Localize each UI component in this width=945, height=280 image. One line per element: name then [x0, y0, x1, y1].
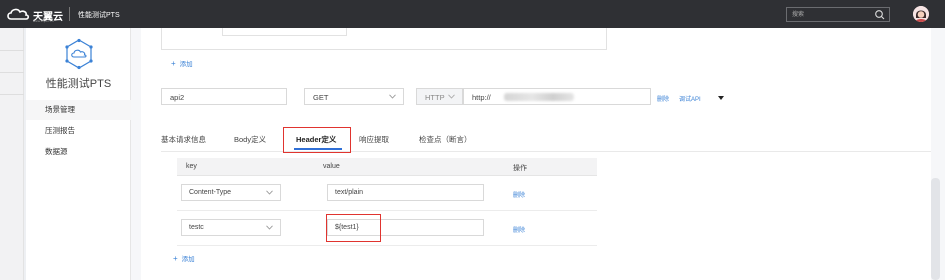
- header-value-input[interactable]: text/plain: [327, 184, 484, 201]
- column-header-key: key: [186, 163, 197, 170]
- method-value: GET: [313, 93, 329, 102]
- column-header-action: 操作: [513, 165, 527, 172]
- add-header-link[interactable]: + 添加: [173, 253, 195, 263]
- header-key-value: testc: [189, 224, 204, 231]
- add-api-label: 添加: [179, 61, 193, 68]
- sidebar-item-data-source[interactable]: 数据源: [26, 142, 131, 162]
- tab-body-definition[interactable]: Body定义: [234, 134, 266, 145]
- table-row: Content-Type text/plain 删除: [177, 176, 597, 211]
- url-input[interactable]: http://: [463, 88, 651, 105]
- url-prefix: http://: [472, 93, 491, 102]
- previous-api-panel: [161, 28, 607, 50]
- table-header-row: key value 操作: [177, 158, 597, 176]
- delete-api-link[interactable]: 删除: [657, 94, 669, 103]
- add-api-link[interactable]: + 添加: [171, 58, 193, 68]
- pts-hexagon-icon: [65, 38, 93, 70]
- chevron-down-icon: [266, 225, 273, 230]
- tab-basic-request-info[interactable]: 基本请求信息: [161, 134, 206, 145]
- sidebar-item-test-reports[interactable]: 压测报告: [26, 121, 131, 141]
- user-avatar[interactable]: [913, 6, 929, 22]
- search-box: [786, 7, 890, 22]
- collapsed-nav-strip: [0, 28, 24, 280]
- sidebar: 性能测试PTS 场景管理 压测报告 数据源: [26, 28, 131, 280]
- header-key-value: Content-Type: [189, 189, 232, 196]
- add-header-label: 添加: [181, 256, 195, 263]
- tab-response-extraction[interactable]: 响应提取: [359, 134, 389, 145]
- main-content: + 添加 api2 GET HTTP http:// 删除 调试API 基本请求信…: [131, 28, 945, 280]
- plus-icon: +: [171, 59, 176, 68]
- api-name-value: api2: [170, 93, 185, 102]
- plus-icon: +: [173, 254, 178, 263]
- previous-field: [222, 28, 347, 36]
- column-header-value: value: [323, 163, 340, 170]
- chevron-down-icon: [448, 94, 455, 99]
- sidebar-item-scene-management[interactable]: 场景管理: [26, 100, 131, 120]
- highlight-box-variable-value: [326, 214, 381, 242]
- redacted-url: [504, 93, 574, 101]
- top-navbar: 天翼云 www.ctyun.cn 性能测试PTS: [0, 0, 945, 28]
- search-icon[interactable]: [874, 9, 886, 20]
- header-value-text: text/plain: [335, 189, 364, 196]
- delete-row-link[interactable]: 删除: [513, 225, 525, 234]
- protocol-value: HTTP: [425, 93, 445, 102]
- api-name-input[interactable]: api2: [161, 88, 287, 105]
- highlight-box-header-tab: [283, 127, 351, 153]
- api-config-card: + 添加 api2 GET HTTP http:// 删除 调试API 基本请求信…: [141, 28, 931, 280]
- strip-divider: [0, 50, 24, 51]
- strip-divider: [0, 72, 24, 73]
- method-select[interactable]: GET: [304, 88, 404, 105]
- vertical-scrollbar[interactable]: [931, 178, 940, 280]
- product-name[interactable]: 性能测试PTS: [78, 10, 120, 20]
- avatar-icon: [913, 6, 929, 22]
- table-row: testc ${test1} 删除: [177, 211, 597, 246]
- debug-api-link[interactable]: 调试API: [679, 94, 701, 103]
- tab-bar-divider: [161, 151, 931, 152]
- tab-checkpoint-assertion[interactable]: 检查点（断言）: [419, 134, 472, 145]
- search-input[interactable]: [787, 8, 873, 21]
- chevron-down-icon: [266, 190, 273, 195]
- strip-divider: [0, 94, 24, 95]
- brand-url: www.ctyun.cn: [33, 19, 54, 23]
- protocol-select[interactable]: HTTP: [416, 88, 463, 105]
- sidebar-title: 性能测试PTS: [45, 78, 112, 90]
- delete-row-link[interactable]: 删除: [513, 190, 525, 199]
- header-key-select[interactable]: testc: [181, 219, 281, 236]
- caret-down-icon[interactable]: [718, 96, 724, 100]
- chevron-down-icon: [389, 94, 396, 99]
- cloud-logo-icon[interactable]: [6, 8, 30, 20]
- header-key-select[interactable]: Content-Type: [181, 184, 281, 201]
- divider: [69, 7, 70, 21]
